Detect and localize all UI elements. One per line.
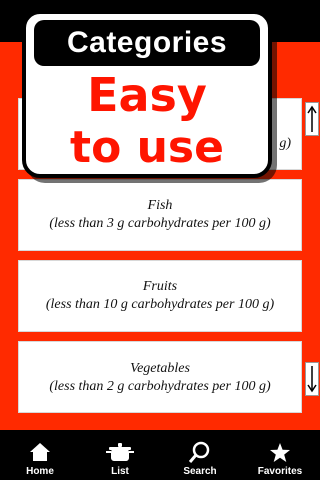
category-item-fruits[interactable]: Fruits (less than 10 g carbohydrates per… [18, 260, 302, 332]
promo-callout: Categories Easy to use [22, 10, 272, 178]
tab-home[interactable]: Home [0, 430, 80, 480]
scroll-down-arrow[interactable] [305, 362, 319, 396]
arrow-down-icon [307, 366, 317, 393]
category-description: (less than 10 g carbohydrates per 100 g) [45, 297, 275, 312]
scroll-up-arrow[interactable] [305, 102, 319, 136]
tab-label: Home [26, 466, 54, 477]
star-icon [269, 440, 291, 464]
tab-search[interactable]: Search [160, 430, 240, 480]
tab-favorites[interactable]: Favorites [240, 430, 320, 480]
search-icon [189, 440, 211, 464]
home-icon [29, 440, 51, 464]
tab-bar: Home List Search Favorites [0, 430, 320, 480]
tab-label: Favorites [257, 466, 303, 477]
category-name: Fish [147, 198, 173, 213]
category-name: Vegetables [130, 361, 190, 376]
promo-title: Categories [34, 20, 260, 66]
category-item-fish[interactable]: Fish (less than 3 g carbohydrates per 10… [18, 179, 302, 251]
category-description: (less than 3 g carbohydrates per 100 g) [49, 216, 271, 231]
arrow-up-icon [307, 105, 317, 132]
category-description: g) [279, 136, 291, 151]
tab-label: List [111, 466, 129, 477]
category-item-vegetables[interactable]: Vegetables (less than 2 g carbohydrates … [18, 341, 302, 413]
promo-subheadline: to use [70, 122, 224, 173]
category-name: Fruits [142, 279, 178, 294]
category-description: (less than 2 g carbohydrates per 100 g) [49, 379, 271, 394]
tab-label: Search [183, 466, 217, 477]
promo-headline: Easy [87, 68, 207, 122]
tab-list[interactable]: List [80, 430, 160, 480]
pot-icon [106, 440, 134, 464]
